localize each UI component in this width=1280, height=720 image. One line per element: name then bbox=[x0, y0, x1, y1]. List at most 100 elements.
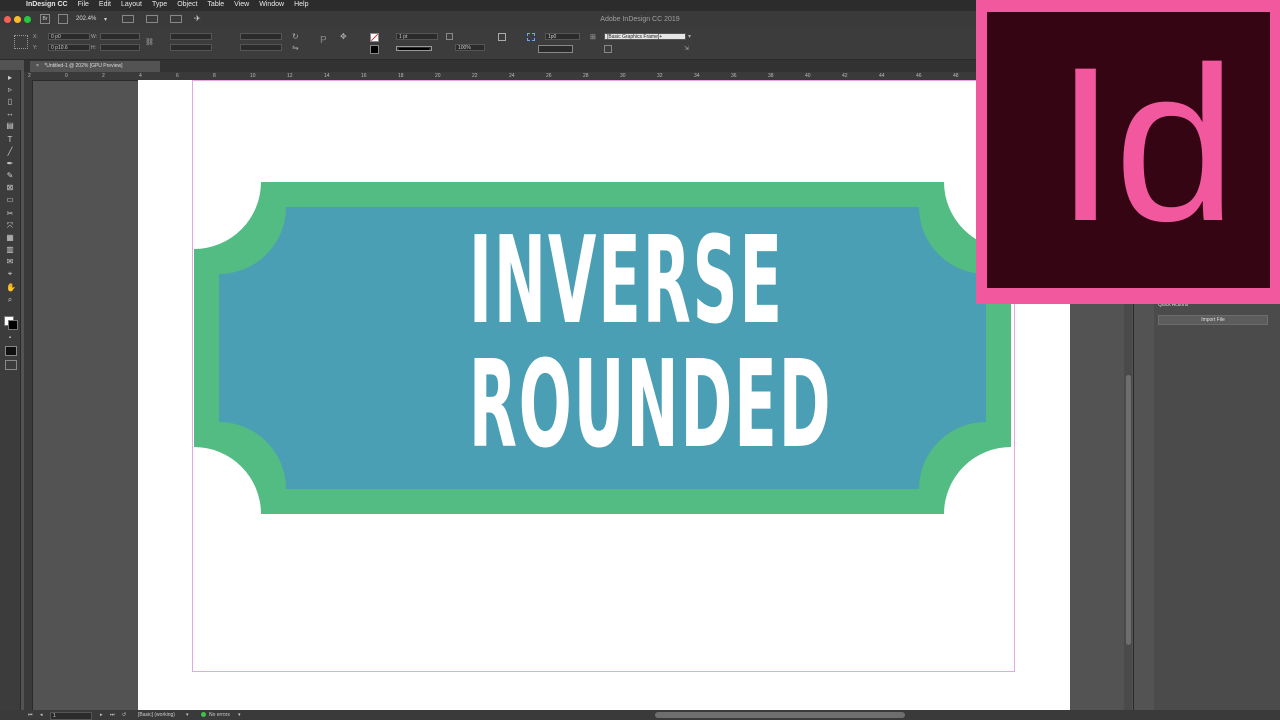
stroke-swatch[interactable] bbox=[370, 45, 379, 54]
vertical-ruler[interactable] bbox=[24, 80, 33, 710]
chevron-down-icon[interactable]: ▾ bbox=[688, 33, 691, 40]
type-tool-icon[interactable]: T bbox=[6, 136, 14, 144]
effects-icon[interactable] bbox=[446, 33, 453, 40]
free-transform-tool-icon[interactable]: ⤧ bbox=[6, 222, 14, 230]
menu-type[interactable]: Type bbox=[152, 1, 167, 8]
ruler-tick-label: 24 bbox=[509, 73, 515, 79]
preflight-status-icon bbox=[201, 712, 206, 717]
height-field[interactable] bbox=[100, 44, 140, 51]
ruler-tick-label: 42 bbox=[842, 73, 848, 79]
eyedropper-tool-icon[interactable]: ⌖ bbox=[6, 270, 14, 278]
rotate-icon[interactable]: ↻ bbox=[292, 32, 299, 41]
menu-table[interactable]: Table bbox=[207, 1, 224, 8]
width-field[interactable] bbox=[100, 33, 140, 40]
apply-color-icon[interactable]: ▪ bbox=[6, 334, 14, 342]
ruler-tick-label: 2 bbox=[102, 73, 105, 79]
content-collector-icon[interactable]: ▤ bbox=[6, 122, 14, 130]
zoom-tool-icon[interactable]: ⌕ bbox=[6, 296, 14, 304]
first-page-icon[interactable]: ⏮ bbox=[28, 712, 33, 718]
constrain-proportions-icon[interactable]: ⛓ bbox=[145, 38, 154, 46]
ruler-tick-label: 30 bbox=[620, 73, 626, 79]
scale-x-field[interactable] bbox=[170, 33, 212, 40]
last-page-icon[interactable]: ⏭ bbox=[110, 712, 115, 718]
rotation-field[interactable] bbox=[240, 33, 282, 40]
indesign-logo: Id bbox=[976, 0, 1280, 304]
chevron-down-icon[interactable]: ▾ bbox=[238, 712, 241, 718]
menu-object[interactable]: Object bbox=[177, 1, 197, 8]
scale-y-field[interactable] bbox=[170, 44, 212, 51]
paragraph-icon[interactable]: P bbox=[320, 35, 327, 46]
ruler-tick-label: 38 bbox=[768, 73, 774, 79]
normal-mode-icon[interactable] bbox=[5, 346, 17, 356]
document-tab[interactable]: × *Untitled-1 @ 202% [GPU Preview] bbox=[30, 61, 160, 72]
ruler-tick-label: 48 bbox=[953, 73, 959, 79]
object-style-select[interactable]: [Basic Graphics Frame]+ bbox=[604, 33, 686, 40]
horizontal-scroll-thumb[interactable] bbox=[655, 712, 905, 718]
gradient-tool-icon[interactable]: ▦ bbox=[6, 234, 14, 242]
direct-selection-tool-icon[interactable]: ▹ bbox=[6, 86, 14, 94]
corner-options-icon[interactable] bbox=[527, 33, 535, 41]
stroke-weight-field[interactable]: 1 pt bbox=[396, 33, 438, 40]
stroke-color-swatch[interactable] bbox=[8, 320, 18, 330]
page-number-field[interactable]: 1 bbox=[50, 712, 92, 720]
next-page-icon[interactable]: ▸ bbox=[100, 712, 103, 718]
menu-window[interactable]: Window bbox=[259, 1, 284, 8]
previous-page-icon[interactable]: ◂ bbox=[40, 712, 43, 718]
x-position-field[interactable]: 0 p0 bbox=[48, 33, 90, 40]
menu-edit[interactable]: Edit bbox=[99, 1, 111, 8]
pen-tool-icon[interactable]: ✒ bbox=[6, 160, 14, 168]
opacity-field[interactable]: 100% bbox=[455, 44, 485, 51]
corner-size-field[interactable]: 1p0 bbox=[545, 33, 580, 40]
fitting-icon[interactable] bbox=[604, 45, 612, 53]
import-file-button[interactable]: Import File bbox=[1158, 315, 1268, 325]
reference-point-icon[interactable] bbox=[14, 35, 28, 49]
hand-tool-icon[interactable]: ✋ bbox=[6, 284, 16, 292]
flip-icon[interactable]: ⇋ bbox=[292, 43, 299, 52]
select-container-icon[interactable]: ✥ bbox=[340, 32, 347, 41]
ruler-tick-label: 4 bbox=[139, 73, 142, 79]
panel-menu-icon[interactable]: ⇲ bbox=[684, 45, 689, 52]
chevron-down-icon[interactable]: ▾ bbox=[186, 712, 189, 718]
page-tool-icon[interactable]: ▯ bbox=[6, 98, 14, 106]
menu-file[interactable]: File bbox=[78, 1, 89, 8]
tab-close-icon[interactable]: × bbox=[36, 63, 39, 69]
ruler-tick-label: 44 bbox=[879, 73, 885, 79]
note-tool-icon[interactable]: ✉ bbox=[6, 258, 14, 266]
corner-shape-select[interactable] bbox=[538, 45, 573, 53]
screen-mode-icon[interactable] bbox=[5, 360, 17, 370]
preflight-status[interactable]: No errors bbox=[209, 712, 230, 718]
pencil-tool-icon[interactable]: ✎ bbox=[6, 172, 14, 180]
h-label: H: bbox=[91, 45, 96, 51]
selection-tool-icon[interactable]: ▸ bbox=[6, 74, 14, 82]
open-page-icon[interactable]: ↺ bbox=[122, 712, 126, 718]
y-position-field[interactable]: 0 p10.6 bbox=[48, 44, 90, 51]
menu-app[interactable]: InDesign CC bbox=[26, 1, 68, 8]
gap-tool-icon[interactable]: ↔ bbox=[6, 110, 14, 118]
ruler-tick-label: 22 bbox=[472, 73, 478, 79]
document-tab-bar: × *Untitled-1 @ 202% [GPU Preview] bbox=[24, 60, 1070, 72]
menu-view[interactable]: View bbox=[234, 1, 249, 8]
stroke-type-select[interactable] bbox=[396, 46, 432, 51]
scissors-tool-icon[interactable]: ✂ bbox=[6, 210, 14, 218]
ruler-tick-label: 32 bbox=[657, 73, 663, 79]
headline-line-2: ROUNDED bbox=[468, 336, 833, 475]
gradient-feather-icon[interactable]: ▥ bbox=[6, 246, 14, 254]
line-tool-icon[interactable]: ╱ bbox=[6, 148, 14, 156]
rectangle-frame-tool-icon[interactable]: ⊠ bbox=[6, 184, 14, 192]
text-frame-icon[interactable]: ⊞ bbox=[590, 33, 596, 41]
working-style[interactable]: [Basic] (working) bbox=[138, 712, 175, 718]
vertical-scroll-thumb[interactable] bbox=[1126, 375, 1131, 645]
y-label: Y: bbox=[33, 45, 38, 51]
shear-field[interactable] bbox=[240, 44, 282, 51]
ruler-tick-label: 46 bbox=[916, 73, 922, 79]
headline-line-1: INVERSE bbox=[468, 212, 784, 351]
align-stroke-icon[interactable] bbox=[498, 33, 506, 41]
logo-text: Id bbox=[1055, 21, 1236, 267]
properties-panel bbox=[1133, 300, 1280, 710]
rectangle-tool-icon[interactable]: ▭ bbox=[6, 196, 14, 204]
x-label: X: bbox=[33, 34, 38, 40]
ruler-tick-label: 40 bbox=[805, 73, 811, 79]
menu-layout[interactable]: Layout bbox=[121, 1, 142, 8]
menu-help[interactable]: Help bbox=[294, 1, 308, 8]
headline-text[interactable]: INVERSE ROUNDED bbox=[370, 220, 840, 468]
